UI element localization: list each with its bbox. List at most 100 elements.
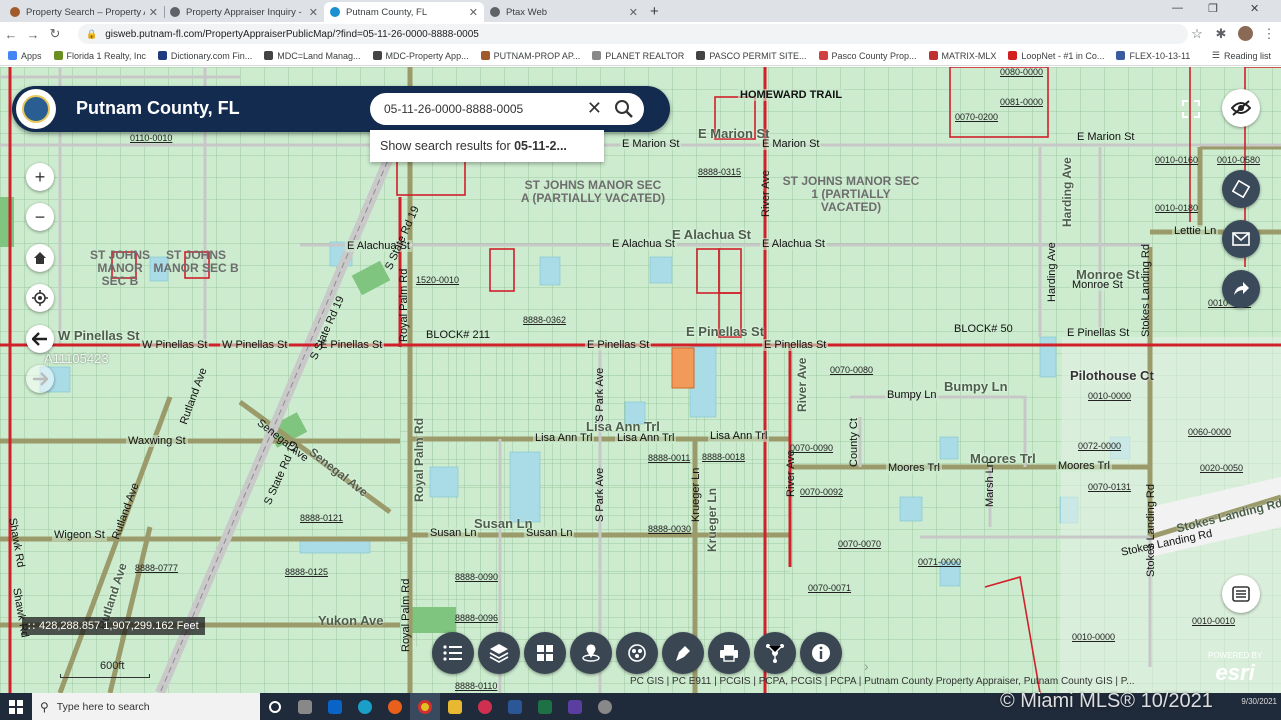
parcel-code[interactable]: 8888-0110 bbox=[455, 681, 497, 691]
app-icon[interactable] bbox=[470, 693, 500, 720]
locate-icon[interactable] bbox=[26, 284, 54, 312]
restore-button[interactable]: ❐ bbox=[1208, 2, 1218, 15]
back-icon[interactable]: ← bbox=[0, 27, 22, 42]
search-icon[interactable] bbox=[614, 99, 634, 119]
task-view-icon[interactable] bbox=[290, 693, 320, 720]
search-bar[interactable]: ✕ bbox=[370, 93, 644, 125]
layer-list-button[interactable] bbox=[432, 632, 474, 674]
extensions-icon[interactable]: ✱ bbox=[1210, 26, 1232, 42]
clear-search-icon[interactable]: ✕ bbox=[587, 98, 602, 119]
parcel-code[interactable]: 0080-0000 bbox=[1000, 67, 1043, 77]
parcel-code[interactable]: 8888-0315 bbox=[698, 167, 741, 177]
analysis-button[interactable] bbox=[754, 632, 796, 674]
browser-tab[interactable]: Ptax Web ✕ bbox=[484, 2, 644, 22]
parcel-code[interactable]: 0010-0580 bbox=[1217, 155, 1260, 165]
parcel-code[interactable]: 0070-0200 bbox=[955, 112, 998, 122]
taskbar-search[interactable]: ⚲ Type here to search bbox=[32, 693, 260, 720]
share-icon[interactable] bbox=[1222, 270, 1260, 308]
word-icon[interactable] bbox=[500, 693, 530, 720]
browser-tab[interactable]: Property Appraiser Inquiry - Putn ✕ bbox=[164, 2, 324, 22]
query-button[interactable] bbox=[616, 632, 658, 674]
parcel-code[interactable]: 8888-0030 bbox=[648, 524, 691, 534]
parcel-code[interactable]: 8888-0090 bbox=[455, 572, 498, 582]
start-button[interactable] bbox=[0, 693, 32, 720]
reading-list-button[interactable]: ☰ Reading list bbox=[1212, 50, 1271, 61]
outlook-icon[interactable] bbox=[320, 693, 350, 720]
parcel-code[interactable]: 0010-0000 bbox=[1072, 632, 1115, 642]
app-icon[interactable] bbox=[590, 693, 620, 720]
bookmark[interactable]: MDC-Property App... bbox=[372, 51, 469, 61]
browser-tab[interactable]: Property Search – Property Appr ✕ bbox=[4, 2, 164, 22]
tab-close-icon[interactable]: ✕ bbox=[309, 6, 318, 19]
star-icon[interactable]: ☆ bbox=[1186, 26, 1208, 42]
bookmark[interactable]: PLANET REALTOR bbox=[592, 51, 684, 61]
parcel-code[interactable]: 0070-0071 bbox=[808, 583, 851, 593]
bookmark-apps[interactable]: Apps bbox=[8, 51, 42, 61]
bookmark[interactable]: Pasco County Prop... bbox=[818, 51, 917, 61]
url-field[interactable]: 🔒 gisweb.putnam-fl.com/PropertyAppraiser… bbox=[78, 24, 1188, 44]
parcel-code[interactable]: 0010-0010 bbox=[1192, 616, 1235, 626]
zoom-in-button[interactable]: + bbox=[26, 163, 54, 191]
parcel-code[interactable]: 0070-0090 bbox=[790, 443, 833, 453]
bookmark[interactable]: FLEX-10-13-11 bbox=[1116, 51, 1190, 61]
parcel-code[interactable]: 0110-0010 bbox=[130, 133, 172, 143]
basemap-gallery-button[interactable] bbox=[524, 632, 566, 674]
next-extent-button[interactable] bbox=[26, 365, 54, 393]
parcel-code[interactable]: 0010-0160 bbox=[1155, 155, 1198, 165]
toolbar-next-icon[interactable]: › bbox=[864, 658, 869, 674]
tab-close-icon[interactable]: ✕ bbox=[629, 6, 638, 19]
close-window-button[interactable]: ✕ bbox=[1250, 2, 1259, 15]
firefox-icon[interactable] bbox=[380, 693, 410, 720]
print-button[interactable] bbox=[708, 632, 750, 674]
bookmark[interactable]: PASCO PERMIT SITE... bbox=[696, 51, 807, 61]
excel-icon[interactable] bbox=[530, 693, 560, 720]
new-tab-button[interactable]: + bbox=[650, 3, 659, 20]
edge-icon[interactable] bbox=[350, 693, 380, 720]
bookmark[interactable]: LoopNet - #1 in Co... bbox=[1008, 51, 1104, 61]
hide-layers-icon[interactable] bbox=[1222, 89, 1260, 127]
parcel-code[interactable]: 0070-0131 bbox=[1088, 482, 1131, 492]
layers-button[interactable] bbox=[478, 632, 520, 674]
parcel-code[interactable]: 8888-0121 bbox=[300, 513, 343, 523]
search-suggestion[interactable]: Show search results for 05-11-2... bbox=[370, 130, 604, 162]
parcel-code[interactable]: 0072-0000 bbox=[1078, 441, 1121, 451]
file-explorer-icon[interactable] bbox=[440, 693, 470, 720]
parcel-code[interactable]: 8888-0011 bbox=[648, 453, 690, 463]
identify-button[interactable] bbox=[570, 632, 612, 674]
minimize-button[interactable]: — bbox=[1172, 2, 1183, 14]
zoom-out-button[interactable]: − bbox=[26, 203, 54, 231]
parcel-code[interactable]: 0070-0070 bbox=[838, 539, 881, 549]
fullscreen-icon[interactable] bbox=[1172, 90, 1210, 128]
parcel-code[interactable]: 1520-0010 bbox=[416, 275, 459, 285]
parcel-code[interactable]: 8888-0096 bbox=[455, 613, 498, 623]
menu-icon[interactable]: ⋮ bbox=[1258, 26, 1280, 42]
bookmark[interactable]: Dictionary.com Fin... bbox=[157, 51, 252, 61]
about-button[interactable] bbox=[800, 632, 842, 674]
county-seal-logo[interactable] bbox=[16, 89, 56, 129]
avatar[interactable] bbox=[1238, 26, 1253, 41]
list-icon[interactable] bbox=[1222, 575, 1260, 613]
parcel-code[interactable]: 0060-0000 bbox=[1188, 427, 1231, 437]
cortana-icon[interactable] bbox=[260, 693, 290, 720]
parcel-code[interactable]: 0070-0080 bbox=[830, 365, 873, 375]
parcel-code[interactable]: 0010-0000 bbox=[1088, 391, 1131, 401]
tab-close-icon[interactable]: ✕ bbox=[149, 6, 158, 19]
search-input[interactable] bbox=[384, 102, 584, 116]
parcel-code[interactable]: 8888-0362 bbox=[523, 315, 566, 325]
chrome-icon[interactable] bbox=[410, 693, 440, 720]
browser-tab-active[interactable]: Putnam County, FL ✕ bbox=[324, 2, 484, 22]
forward-icon[interactable]: → bbox=[22, 27, 44, 42]
parcel-code[interactable]: 0010-0180 bbox=[1155, 203, 1198, 213]
email-icon[interactable] bbox=[1222, 220, 1260, 258]
parcel-code[interactable]: 0081-0000 bbox=[1000, 97, 1043, 107]
previous-extent-button[interactable] bbox=[26, 325, 54, 353]
map-view[interactable]: ST JOHNS MANOR SEC A (PARTIALLY VACATED) … bbox=[0, 67, 1281, 693]
bookmark[interactable]: Florida 1 Realty, Inc bbox=[53, 51, 146, 61]
parcel-code[interactable]: 8888-0125 bbox=[285, 567, 328, 577]
system-tray-clock[interactable]: 9/30/2021 bbox=[1241, 697, 1277, 707]
tab-close-icon[interactable]: ✕ bbox=[469, 6, 478, 19]
bookmark[interactable]: PUTNAM-PROP AP... bbox=[480, 51, 580, 61]
parcel-code[interactable]: 8888-0018 bbox=[702, 452, 745, 462]
home-icon[interactable] bbox=[26, 244, 54, 272]
app-icon[interactable] bbox=[560, 693, 590, 720]
